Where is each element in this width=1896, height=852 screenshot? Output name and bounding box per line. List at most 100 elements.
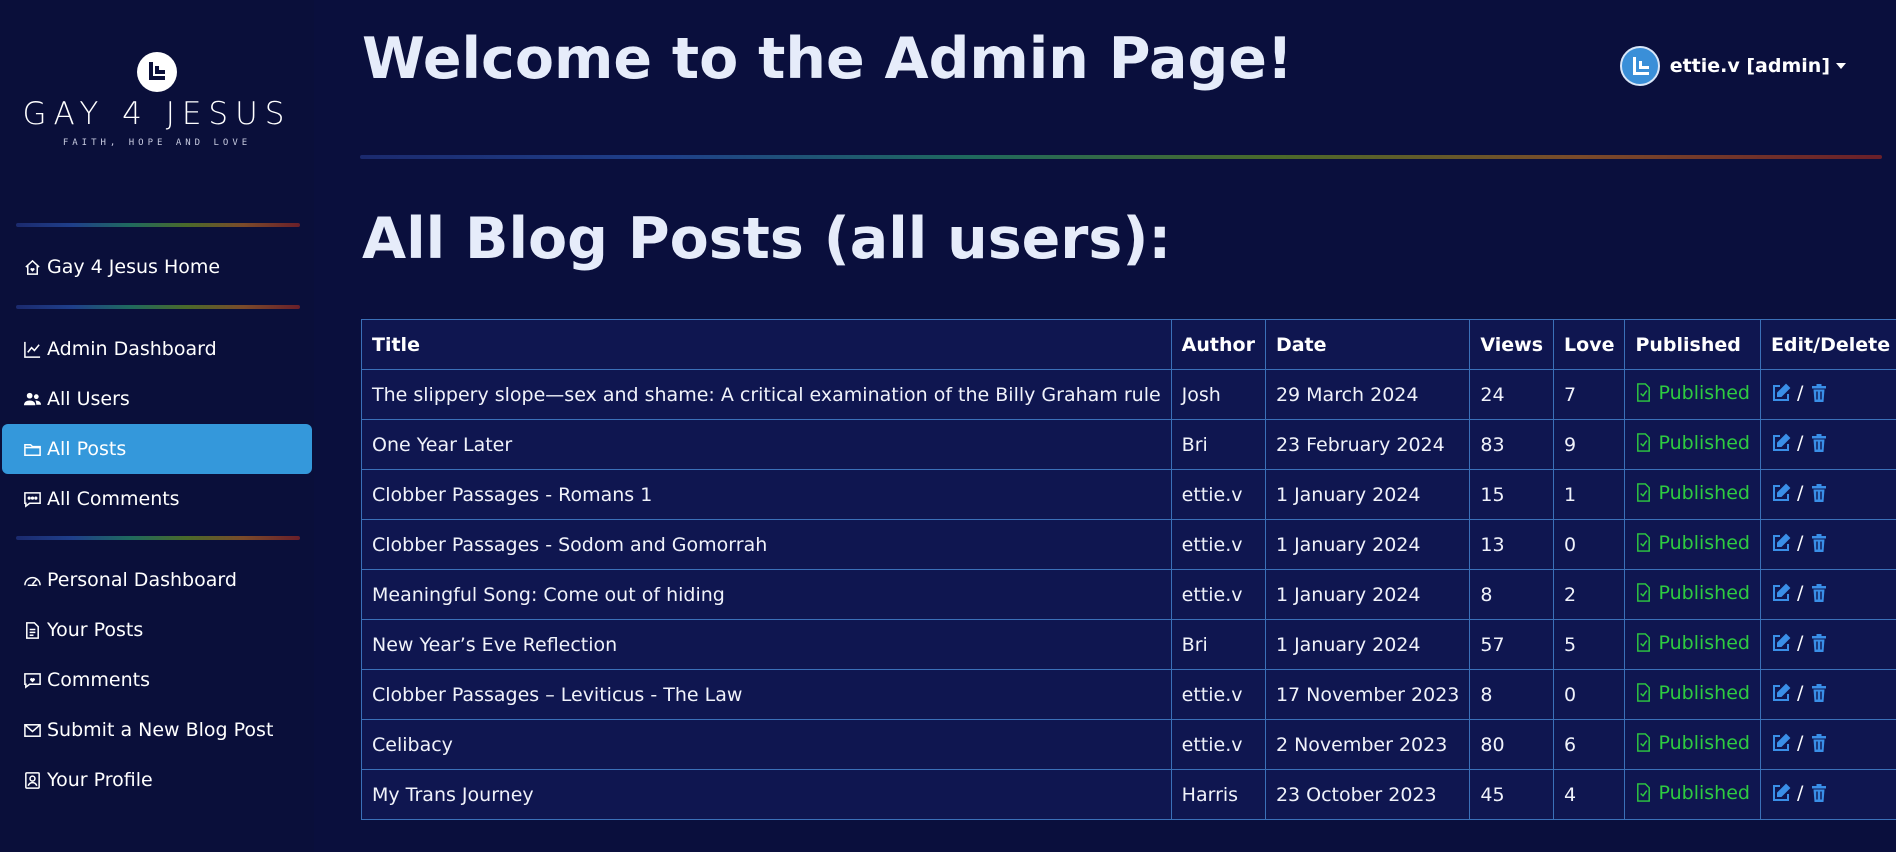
edit-icon[interactable]	[1771, 533, 1791, 553]
edit-icon[interactable]	[1771, 383, 1791, 403]
section-title: All Blog Posts (all users):	[362, 206, 1172, 272]
column-header-title[interactable]: Title	[361, 319, 1172, 370]
sidebar-item-all-comments[interactable]: All Comments	[2, 474, 312, 524]
post-views-cell: 57	[1469, 619, 1555, 670]
post-title-cell[interactable]: One Year Later	[361, 419, 1172, 470]
trash-icon[interactable]	[1809, 733, 1829, 753]
post-views-cell: 83	[1469, 419, 1555, 470]
post-actions-cell: /	[1759, 469, 1896, 520]
edit-icon[interactable]	[1771, 683, 1791, 703]
post-date-cell: 23 October 2023	[1264, 769, 1471, 820]
published-badge: Published	[1635, 681, 1750, 704]
published-label: Published	[1658, 481, 1750, 504]
edit-icon[interactable]	[1771, 783, 1791, 803]
sidebar-item-label: Comments	[47, 669, 150, 691]
table-header-row: Title Author Date Views Love Published E…	[361, 319, 1896, 370]
edit-icon[interactable]	[1771, 433, 1791, 453]
file-check-icon	[1635, 383, 1658, 403]
post-love-cell: 2	[1553, 569, 1626, 620]
action-separator: /	[1796, 381, 1804, 404]
post-views-cell: 80	[1469, 719, 1555, 770]
action-separator: /	[1796, 581, 1804, 604]
post-status-cell: Published	[1624, 419, 1761, 470]
post-love-cell: 0	[1553, 669, 1626, 720]
post-actions-cell: /	[1759, 369, 1896, 420]
trash-icon[interactable]	[1809, 433, 1829, 453]
post-author-cell: Josh	[1170, 369, 1266, 420]
post-title-cell[interactable]: Meaningful Song: Come out of hiding	[361, 569, 1172, 620]
sidebar-item-submit-post[interactable]: Submit a New Blog Post	[2, 705, 312, 755]
user-name: ettie.v [admin]	[1669, 55, 1830, 77]
table-row: Clobber Passages - Romans 1 ettie.v 1 Janu…	[361, 469, 1896, 520]
sidebar-item-label: All Comments	[47, 488, 180, 510]
trash-icon[interactable]	[1809, 683, 1829, 703]
post-actions-cell: /	[1759, 419, 1896, 470]
published-badge: Published	[1635, 782, 1750, 804]
sidebar-item-your-posts[interactable]: Your Posts	[2, 605, 312, 655]
trash-icon[interactable]	[1809, 483, 1829, 503]
edit-icon[interactable]	[1771, 483, 1791, 503]
table-row: One Year Later Bri 23 February 2024 83 9 Publ…	[361, 419, 1896, 470]
sidebar-item-label: Submit a New Blog Post	[47, 719, 274, 741]
column-header-author[interactable]: Author	[1170, 319, 1266, 370]
file-check-icon	[1635, 633, 1658, 653]
action-separator: /	[1796, 531, 1804, 554]
sidebar-item-admin-dashboard[interactable]: Admin Dashboard	[2, 324, 312, 374]
avatar	[1619, 46, 1660, 86]
user-menu[interactable]: ettie.v [admin]	[1619, 44, 1846, 88]
post-title-cell[interactable]: The slippery slope—sex and shame: A crit…	[361, 369, 1172, 420]
post-love-cell: 4	[1553, 769, 1626, 820]
header-divider	[360, 155, 1882, 159]
post-views-cell: 45	[1469, 769, 1555, 820]
post-date-cell: 23 February 2024	[1264, 419, 1471, 470]
post-views-cell: 8	[1469, 669, 1555, 720]
table-row: Meaningful Song: Come out of hiding ettie…	[361, 569, 1896, 620]
column-header-edit-delete: Edit/Delete	[1759, 319, 1896, 370]
brand-logo[interactable]: GAY 4 JESUS FAITH, HOPE AND LOVE	[16, 52, 298, 162]
sidebar-item-your-profile[interactable]: Your Profile	[2, 755, 312, 805]
post-title-cell[interactable]: Celibacy	[361, 719, 1172, 770]
document-icon	[22, 620, 43, 641]
post-actions-cell: /	[1759, 519, 1896, 570]
published-label: Published	[1658, 431, 1750, 454]
sidebar-item-comments[interactable]: Comments	[2, 655, 312, 705]
post-title-cell[interactable]: My Trans Journey	[361, 769, 1172, 820]
edit-icon[interactable]	[1771, 733, 1791, 753]
column-header-date[interactable]: Date	[1264, 319, 1471, 370]
post-title-cell[interactable]: Clobber Passages - Romans 1	[361, 469, 1172, 520]
post-title-cell[interactable]: Clobber Passages – Leviticus - The Law	[361, 669, 1172, 720]
column-header-love[interactable]: Love	[1553, 319, 1626, 370]
trash-icon[interactable]	[1809, 583, 1829, 603]
post-title-cell[interactable]: New Year’s Eve Reflection	[361, 619, 1172, 670]
trash-icon[interactable]	[1809, 783, 1829, 803]
sidebar-item-personal-dashboard[interactable]: Personal Dashboard	[2, 555, 312, 605]
published-badge: Published	[1635, 582, 1750, 604]
edit-icon[interactable]	[1771, 633, 1791, 653]
action-separator: /	[1796, 681, 1804, 704]
published-label: Published	[1658, 681, 1750, 704]
published-badge: Published	[1635, 481, 1750, 504]
published-label: Published	[1658, 531, 1750, 554]
column-header-views[interactable]: Views	[1469, 319, 1555, 370]
trash-icon[interactable]	[1809, 533, 1829, 553]
post-date-cell: 1 January 2024	[1264, 519, 1471, 570]
post-status-cell: Published	[1624, 669, 1761, 720]
sidebar-item-all-posts[interactable]: All Posts	[2, 424, 312, 474]
sidebar-divider	[16, 305, 300, 309]
table-row: The slippery slope—sex and shame: A crit…	[361, 369, 1896, 420]
post-date-cell: 17 November 2023	[1264, 669, 1471, 720]
file-check-icon	[1635, 683, 1658, 703]
chart-line-icon	[22, 339, 43, 360]
edit-icon[interactable]	[1771, 583, 1791, 603]
column-header-published[interactable]: Published	[1624, 319, 1761, 370]
sidebar-item-label: Your Posts	[47, 619, 144, 641]
post-actions-cell: /	[1759, 769, 1896, 820]
sidebar-item-home[interactable]: Gay 4 Jesus Home	[2, 242, 312, 292]
trash-icon[interactable]	[1809, 383, 1829, 403]
published-label: Published	[1658, 631, 1750, 654]
post-author-cell: ettie.v	[1170, 469, 1266, 520]
post-title-cell[interactable]: Clobber Passages - Sodom and Gomorrah	[361, 519, 1172, 570]
post-status-cell: Published	[1624, 769, 1761, 820]
trash-icon[interactable]	[1809, 633, 1829, 653]
sidebar-item-all-users[interactable]: All Users	[2, 374, 312, 424]
